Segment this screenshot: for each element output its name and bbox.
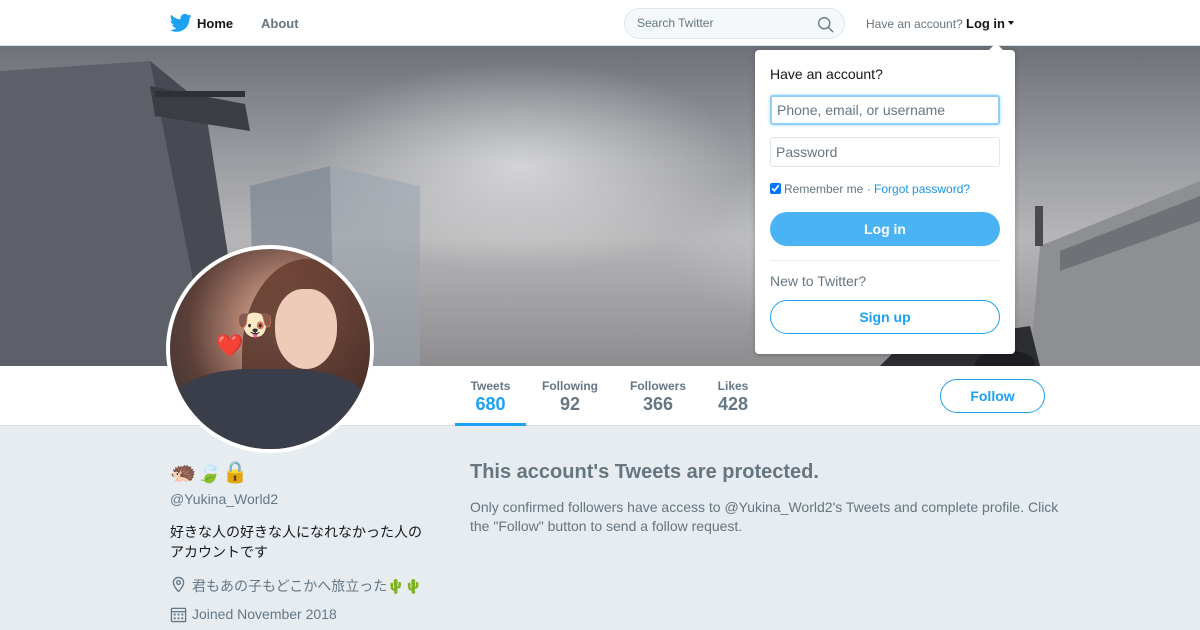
caret-down-icon[interactable] (1008, 21, 1014, 25)
location-text: 君もあの子もどこかへ旅立った🌵🌵 (192, 578, 423, 594)
username-field[interactable] (770, 95, 1000, 125)
avatar-jacket-shape (170, 369, 370, 449)
calendar-icon (170, 607, 187, 623)
login-button[interactable]: Log in (770, 212, 1000, 246)
location-pin-icon (172, 576, 185, 593)
top-navigation-bar: Home About Have an account? Log in (0, 0, 1200, 46)
signup-button[interactable]: Sign up (770, 300, 1000, 334)
remember-me-checkbox[interactable] (770, 183, 781, 194)
stat-label: Likes (717, 379, 749, 393)
dropdown-divider (770, 260, 1000, 261)
nav-about-link[interactable]: About (261, 16, 299, 31)
avatar-face-shape (275, 289, 337, 369)
stat-value: 428 (717, 394, 749, 414)
search-icon[interactable] (817, 16, 834, 33)
stat-followers-tab[interactable]: Followers 366 (624, 379, 692, 415)
twitter-bird-icon[interactable] (170, 13, 192, 33)
have-account-prompt: Have an account? (866, 17, 963, 31)
search-box (624, 8, 845, 39)
protected-title: This account's Tweets are protected. (470, 461, 819, 483)
profile-avatar[interactable]: 🐶 ❤️ (166, 245, 374, 453)
dropdown-caret (988, 43, 1004, 51)
follow-button[interactable]: Follow (940, 379, 1045, 413)
forgot-password-link[interactable]: Forgot password? (874, 182, 970, 196)
protected-description: Only confirmed followers have access to … (470, 499, 1059, 534)
avatar-photo: 🐶 ❤️ (170, 249, 370, 449)
remember-me-label[interactable]: Remember me · (784, 182, 871, 196)
joined-text: Joined November 2018 (192, 606, 337, 622)
heart-sticker-icon: ❤️ (216, 333, 244, 358)
search-input[interactable] (637, 16, 812, 30)
profile-display-name: 🦔🍃🔒 (170, 461, 249, 484)
login-dropdown: Have an account? Remember me · Forgot pa… (755, 50, 1015, 354)
stat-label: Tweets (470, 379, 511, 393)
stat-following-tab[interactable]: Following 92 (536, 379, 604, 415)
stat-label: Following (542, 379, 598, 393)
stat-tweets-tab[interactable]: Tweets 680 (455, 379, 526, 426)
stat-likes-tab[interactable]: Likes 428 (711, 379, 755, 415)
stat-label: Followers (629, 379, 686, 393)
profile-bio: 好きな人の好きな人になれなかった人のアカウントです (170, 524, 422, 560)
stat-value: 680 (475, 394, 506, 414)
nav-home-link[interactable]: Home (197, 16, 233, 31)
password-field[interactable] (770, 137, 1000, 167)
profile-screen-name[interactable]: @Yukina_World2 (170, 491, 278, 507)
stat-value: 366 (642, 394, 674, 414)
dropdown-heading: Have an account? (770, 66, 883, 82)
remember-me-row: Remember me · Forgot password? (770, 182, 970, 196)
login-dropdown-toggle[interactable]: Log in (966, 16, 1005, 31)
new-to-twitter-prompt: New to Twitter? (770, 273, 867, 289)
stat-value: 92 (559, 394, 581, 414)
